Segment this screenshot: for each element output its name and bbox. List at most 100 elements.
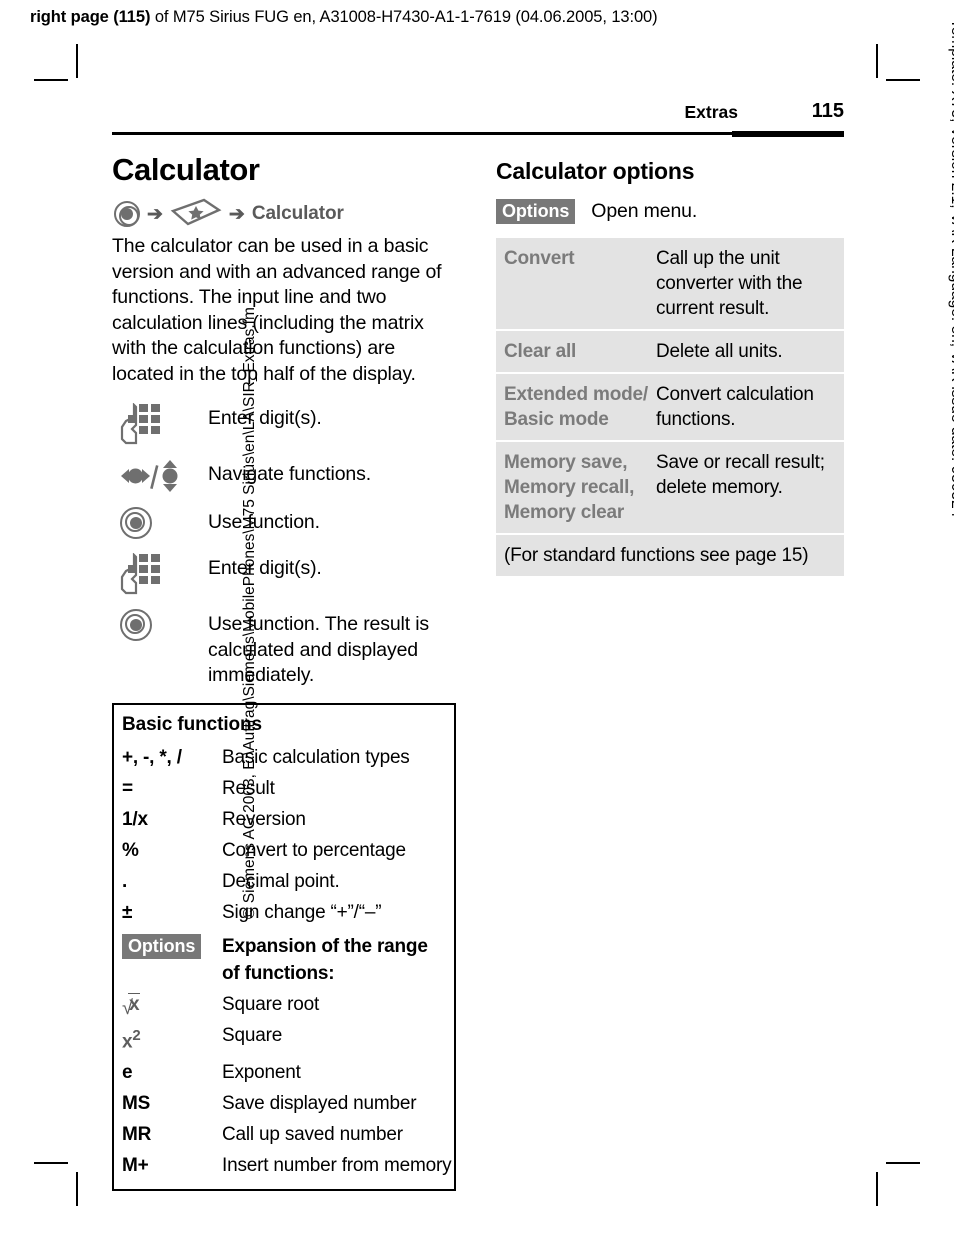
option-name: Extended mode/ Basic mode xyxy=(504,384,648,430)
table-row: % Convert to percentage xyxy=(114,835,454,866)
table-row: Options Expansion of the range of functi… xyxy=(114,928,454,989)
square-glyph: x2 xyxy=(122,1026,141,1052)
table-row: = Result xyxy=(114,773,454,804)
center-key-icon xyxy=(112,609,208,641)
page-title: Calculator xyxy=(112,152,260,187)
function-key: Options xyxy=(122,933,222,960)
function-key: % xyxy=(122,839,139,861)
keypad-digits-icon xyxy=(112,553,208,595)
crop-mark-top-right-vertical xyxy=(876,44,878,78)
basic-functions-table: Basic functions +, -, *, / Basic calcula… xyxy=(112,702,456,1191)
header-rule-accent xyxy=(732,131,844,137)
breadcrumb-label: Calculator xyxy=(251,203,344,224)
calculator-options-table: Convert Call up the unit converter with … xyxy=(496,238,844,576)
function-desc: Square xyxy=(222,1024,283,1046)
navigation-keys-icon xyxy=(112,459,208,493)
print-header-rest: of M75 Sirius FUG en, A31008-H7430-A1-1-… xyxy=(150,8,658,26)
page-content: Extras 115 Calculator ➔ ➔ Calculator The… xyxy=(112,100,844,1191)
function-desc: Exponent xyxy=(222,1061,301,1083)
right-column: Calculator options Options Open menu. Co… xyxy=(496,152,844,576)
option-desc: Save or recall result; delete memory. xyxy=(656,452,825,498)
running-head: Extras 115 xyxy=(112,100,844,137)
key-step-row: Use function. xyxy=(112,507,460,539)
table-row: √ x Square root xyxy=(114,989,454,1020)
function-desc: Decimal point. xyxy=(222,870,340,892)
left-column: Calculator ➔ ➔ Calculator The calculator… xyxy=(112,152,460,1191)
keypad-digits-icon xyxy=(112,403,208,445)
table-row: e Exponent xyxy=(114,1057,454,1088)
crop-mark-bottom-left-horizontal xyxy=(34,1162,68,1164)
function-desc: Square root xyxy=(222,993,320,1015)
table-row: Extended mode/ Basic mode Convert calcul… xyxy=(496,374,844,442)
crop-mark-top-right-horizontal xyxy=(886,79,920,81)
function-desc: Insert number from memory xyxy=(222,1154,452,1176)
table-row: Clear all Delete all units. xyxy=(496,331,844,374)
function-desc: Call up saved number xyxy=(222,1123,403,1145)
page-number: 115 xyxy=(811,100,844,122)
key-step-text: Enter digit(s). xyxy=(208,407,322,429)
breadcrumb: ➔ ➔ Calculator xyxy=(114,196,460,232)
key-step-row: Navigate functions. xyxy=(112,459,460,493)
crop-mark-top-left-horizontal xyxy=(34,79,68,81)
crop-mark-bottom-right-horizontal xyxy=(886,1162,920,1164)
key-steps-list: Enter digit(s). Navigate functions. Use … xyxy=(112,403,460,689)
right-margin-template-info: Template: X75, Version 2.1; VAR Language… xyxy=(948,19,954,518)
basic-functions-heading: Basic functions xyxy=(122,713,262,735)
table-row: x2 Square xyxy=(114,1020,454,1057)
function-key: MR xyxy=(122,1123,152,1145)
table-row: . Decimal point. xyxy=(114,866,454,897)
option-desc: Convert calculation functions. xyxy=(656,384,814,430)
options-table-note: (For standard functions see page 15) xyxy=(496,535,844,576)
crop-mark-bottom-right-vertical xyxy=(876,1172,878,1206)
square-root-glyph: √ x xyxy=(122,992,141,1019)
function-key: MS xyxy=(122,1092,151,1114)
table-row: +, -, *, / Basic calculation types xyxy=(114,742,454,773)
crop-mark-top-left-vertical xyxy=(76,44,78,78)
table-row: ± Sign change “+”/“–” xyxy=(114,897,454,928)
function-desc: Result xyxy=(222,777,275,799)
function-key: 1/x xyxy=(122,808,148,830)
key-step-text: Use function. The result is calculated a… xyxy=(208,613,430,686)
key-step-row: Use function. The result is calculated a… xyxy=(112,609,460,689)
center-key-icon xyxy=(114,201,140,227)
section-title-calculator-options: Calculator options xyxy=(496,158,695,184)
function-key: . xyxy=(122,870,128,892)
table-row: Memory save, Memory recall, Memory clear… xyxy=(496,442,844,535)
table-row: MR Call up saved number xyxy=(114,1119,454,1150)
option-name: Convert xyxy=(504,248,575,269)
crop-mark-bottom-left-vertical xyxy=(76,1172,78,1206)
options-menu-row: Options Open menu. xyxy=(496,199,844,224)
option-name: Clear all xyxy=(504,341,577,362)
function-desc: Expansion of the range of functions: xyxy=(222,935,428,984)
function-desc: Convert to percentage xyxy=(222,839,406,861)
function-key: = xyxy=(122,777,133,799)
key-step-row: Enter digit(s). xyxy=(112,553,460,595)
function-key-sqrt: √ x xyxy=(122,991,222,1019)
option-desc: Delete all units. xyxy=(656,341,783,362)
extras-star-icon xyxy=(170,197,222,232)
arrow-right-icon-2: ➔ xyxy=(228,203,245,225)
function-key: M+ xyxy=(122,1154,149,1176)
table-row: M+ Insert number from memory xyxy=(114,1150,454,1181)
arrow-right-icon-1: ➔ xyxy=(147,203,163,225)
center-key-icon xyxy=(112,507,208,539)
options-badge[interactable]: Options xyxy=(122,933,202,959)
function-desc: Basic calculation types xyxy=(222,746,410,768)
center-key-glyph xyxy=(120,507,152,539)
table-row: 1/x Reversion xyxy=(114,804,454,835)
function-key: e xyxy=(122,1061,133,1083)
options-menu-label: Open menu. xyxy=(591,200,698,222)
center-key-glyph xyxy=(120,609,152,641)
function-desc: Save displayed number xyxy=(222,1092,417,1114)
running-head-chapter: Extras xyxy=(684,102,738,122)
options-badge[interactable]: Options xyxy=(496,199,576,224)
option-name: Memory save, Memory recall, Memory clear xyxy=(504,452,635,523)
function-key: +, -, *, / xyxy=(122,746,182,768)
function-desc: Sign change “+”/“–” xyxy=(222,901,382,923)
option-desc: Call up the unit converter with the curr… xyxy=(656,248,803,319)
table-row: Convert Call up the unit converter with … xyxy=(496,238,844,331)
key-step-text: Enter digit(s). xyxy=(208,557,322,579)
function-desc: Reversion xyxy=(222,808,306,830)
table-row: MS Save displayed number xyxy=(114,1088,454,1119)
function-key: ± xyxy=(122,901,133,923)
